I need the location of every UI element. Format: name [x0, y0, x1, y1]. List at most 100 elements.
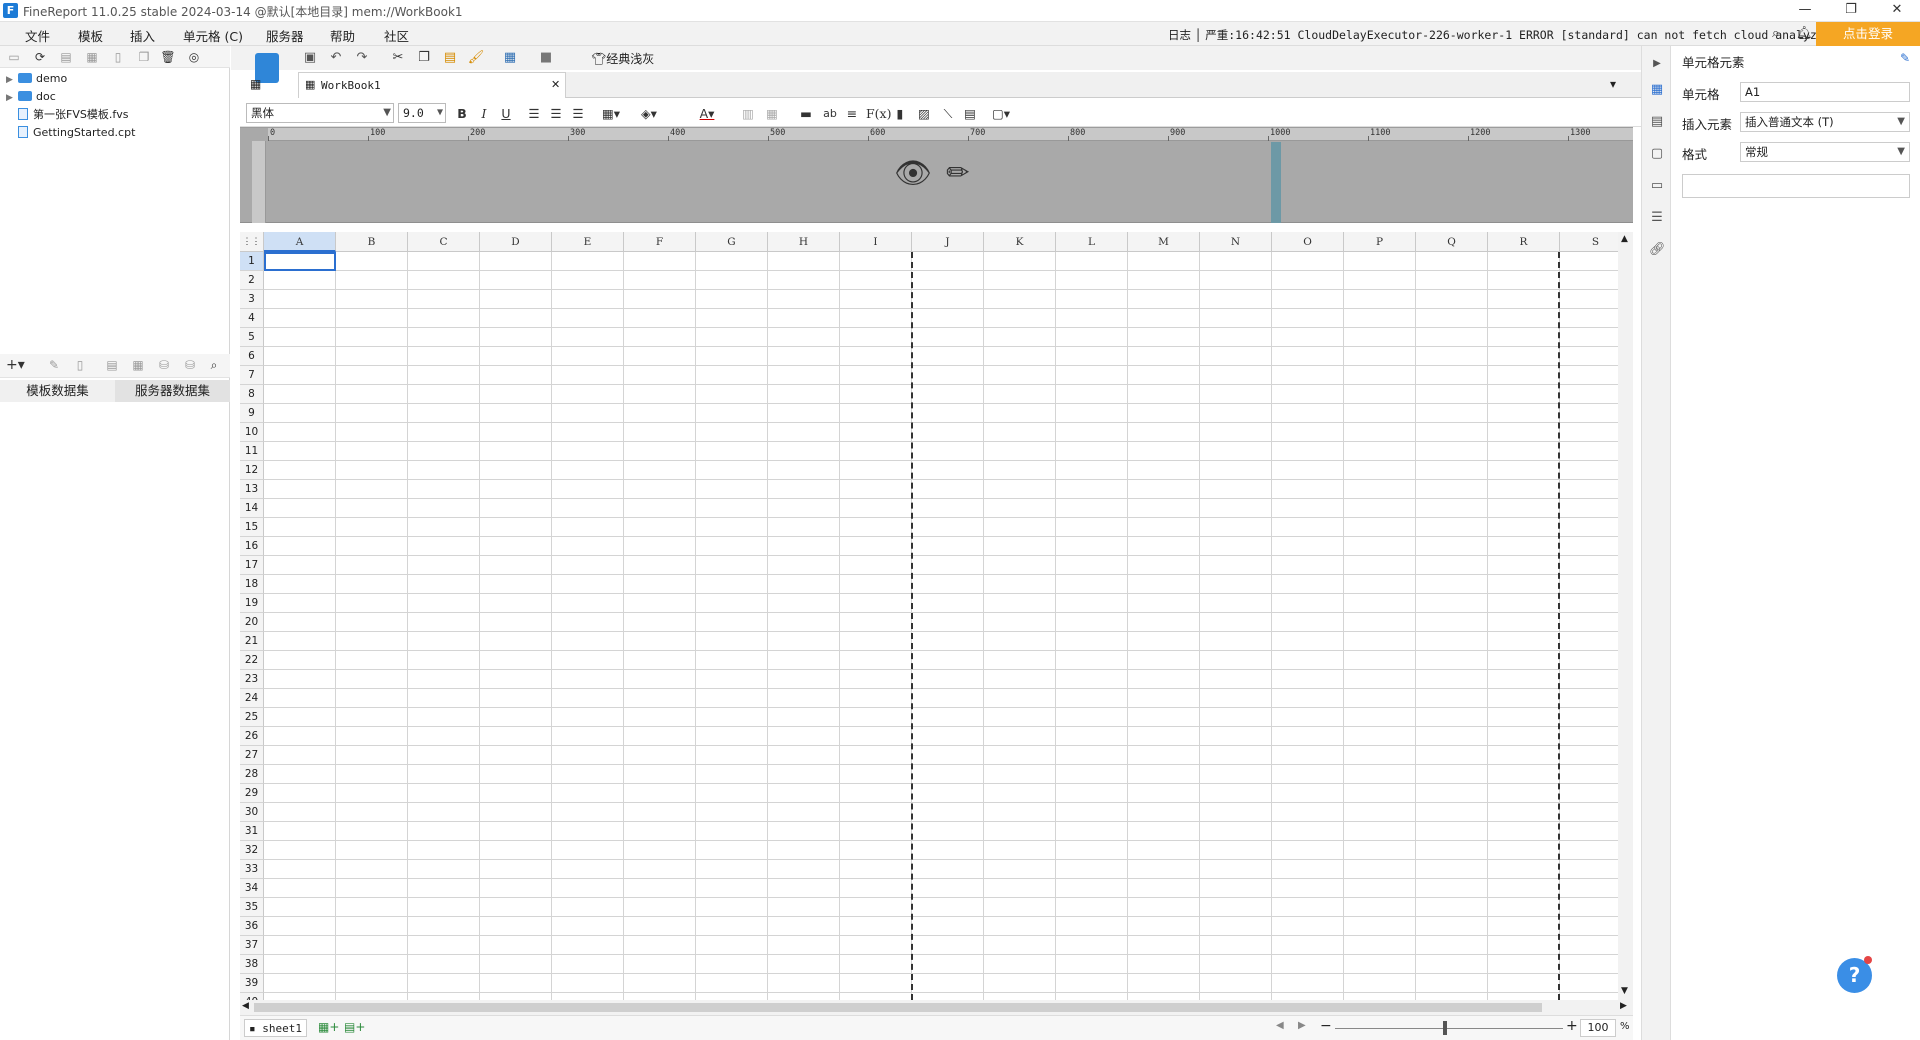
column-header[interactable]: F [624, 232, 696, 252]
zoom-out-icon[interactable]: − [1320, 1018, 1332, 1034]
sheet-tab-sheet1[interactable]: ▪ sheet1 [244, 1019, 307, 1037]
tree-file-cpt[interactable]: GettingStarted.cpt [6, 124, 135, 142]
column-header[interactable]: P [1344, 232, 1416, 252]
row-header[interactable]: 33 [240, 860, 264, 879]
restore-button[interactable]: ❐ [1828, 0, 1874, 22]
row-header[interactable]: 23 [240, 670, 264, 689]
panel-pin-icon[interactable]: ✎ [1900, 51, 1910, 65]
row-header[interactable]: 6 [240, 347, 264, 366]
format-detail-field[interactable] [1682, 174, 1910, 198]
row-header[interactable]: 25 [240, 708, 264, 727]
row-header[interactable]: 39 [240, 974, 264, 993]
row-header[interactable]: 19 [240, 594, 264, 613]
row-header[interactable]: 28 [240, 765, 264, 784]
underline-button[interactable]: U [496, 104, 516, 124]
page-width-marker[interactable] [1271, 142, 1281, 223]
row-header[interactable]: 20 [240, 613, 264, 632]
row-header[interactable]: 5 [240, 328, 264, 347]
hyperlink-icon[interactable]: 🔗︎ [1649, 242, 1666, 258]
delete-icon[interactable]: ▯ [110, 49, 126, 65]
font-color-icon[interactable]: A▾ [692, 104, 722, 124]
select-all-corner[interactable]: ⋮⋮ [240, 232, 264, 252]
font-size-select[interactable]: 9.0 ▼ [398, 103, 446, 123]
search-icon[interactable]: ⌕ [1772, 26, 1779, 41]
row-header[interactable]: 1 [240, 252, 264, 271]
grid-view-icon[interactable]: ▦ [250, 77, 261, 91]
italic-button[interactable]: I [474, 104, 494, 124]
row-header[interactable]: 32 [240, 841, 264, 860]
row-header[interactable]: 30 [240, 803, 264, 822]
scroll-right-icon[interactable]: ▶ [1620, 1001, 1627, 1011]
new-folder-icon[interactable]: ▭ [6, 49, 22, 65]
column-header[interactable]: B [336, 232, 408, 252]
scroll-left-icon[interactable]: ◀ [242, 1001, 249, 1011]
tab-server-dataset[interactable]: 服务器数据集 [115, 380, 230, 402]
row-header[interactable]: 16 [240, 537, 264, 556]
selected-cell-a1[interactable] [264, 252, 336, 271]
expand-arrow-icon[interactable]: ▶ [6, 89, 18, 107]
tree-file-fvs[interactable]: 第一张FVS模板.fvs [6, 106, 128, 124]
row-header[interactable]: 2 [240, 271, 264, 290]
scroll-up-icon[interactable]: ▲ [1621, 234, 1628, 244]
search-dataset-icon[interactable]: ⌕ [206, 357, 222, 373]
next-sheet-icon[interactable]: ▶ [1298, 1020, 1306, 1031]
menu-community[interactable]: 社区 [384, 26, 409, 45]
cell-attribute-icon[interactable]: ▤ [1649, 114, 1665, 130]
copy-icon[interactable]: ❐ [415, 50, 433, 65]
format-painter-icon[interactable]: 🖌︎ [467, 50, 485, 65]
tab-template-dataset[interactable]: 模板数据集 [0, 380, 115, 402]
add-poly-sheet-icon[interactable]: ▤+ [344, 1020, 365, 1034]
row-header[interactable]: 13 [240, 480, 264, 499]
minimize-button[interactable]: — [1782, 0, 1828, 22]
column-header[interactable]: K [984, 232, 1056, 252]
row-header[interactable]: 4 [240, 309, 264, 328]
zoom-in-icon[interactable]: + [1566, 1018, 1578, 1034]
edit-dataset-icon[interactable]: ✎ [46, 357, 62, 373]
font-family-select[interactable]: 黑体 ▼ [246, 103, 394, 123]
hide-eye-icon[interactable]: 👁︎ [894, 156, 932, 191]
log-area[interactable]: 日志 │ 严重:16:42:51 CloudDelayExecutor-226-… [1168, 27, 1844, 43]
preview-template-icon[interactable]: ▦ [501, 50, 519, 65]
horizontal-scrollbar[interactable]: ◀ ▶ [240, 1000, 1633, 1015]
redo-icon[interactable]: ↷ [353, 50, 371, 65]
row-header[interactable]: 10 [240, 423, 264, 442]
menu-file[interactable]: 文件 [25, 26, 50, 45]
zoom-slider-knob[interactable] [1443, 1021, 1447, 1035]
cut-icon[interactable]: ✂ [389, 50, 407, 65]
row-header[interactable]: 40 [240, 993, 264, 1000]
column-header[interactable]: R [1488, 232, 1560, 252]
merge-cells-icon[interactable]: ▥ [738, 104, 758, 124]
row-header[interactable]: 8 [240, 385, 264, 404]
column-header[interactable]: S [1560, 232, 1618, 252]
column-header[interactable]: M [1128, 232, 1200, 252]
column-header[interactable]: L [1056, 232, 1128, 252]
menu-insert[interactable]: 插入 [130, 26, 155, 45]
spreadsheet-grid[interactable]: ⋮⋮ ABCDEFGHIJKLMNOPQRS 1 2 3 4 5 6 7 8 9 10 11 12 13… [240, 232, 1618, 1000]
delete-dataset-icon[interactable]: ▯ [72, 357, 88, 373]
formula-icon[interactable]: F(x) [866, 104, 891, 124]
row-header[interactable]: 21 [240, 632, 264, 651]
column-header[interactable]: D [480, 232, 552, 252]
close-button[interactable]: ✕ [1874, 0, 1920, 22]
column-header[interactable]: N [1200, 232, 1272, 252]
locate-icon[interactable]: ◎ [186, 49, 202, 65]
row-header[interactable]: 26 [240, 727, 264, 746]
tree-folder-doc[interactable]: ▶ doc [6, 88, 56, 106]
zoom-input[interactable]: 100 [1580, 1019, 1616, 1037]
align-left-icon[interactable]: ☰ [524, 104, 544, 124]
cell-area[interactable] [264, 252, 1618, 1000]
scroll-thumb[interactable] [254, 1003, 1542, 1012]
menu-help[interactable]: 帮助 [330, 26, 355, 45]
row-header[interactable]: 17 [240, 556, 264, 575]
prev-sheet-icon[interactable]: ◀ [1276, 1020, 1284, 1031]
row-header[interactable]: 36 [240, 917, 264, 936]
format-select[interactable]: 常规 ▼ [1740, 142, 1910, 162]
zoom-slider-track[interactable] [1335, 1028, 1563, 1029]
server-db-icon[interactable]: ⛁ [182, 357, 198, 373]
row-header[interactable]: 7 [240, 366, 264, 385]
row-header[interactable]: 9 [240, 404, 264, 423]
close-tab-icon[interactable]: ✕ [551, 78, 560, 91]
preview-icon[interactable]: ▤ [104, 357, 120, 373]
undo-icon[interactable]: ↶ [327, 50, 345, 65]
paste-icon[interactable]: ▤ [441, 50, 459, 65]
